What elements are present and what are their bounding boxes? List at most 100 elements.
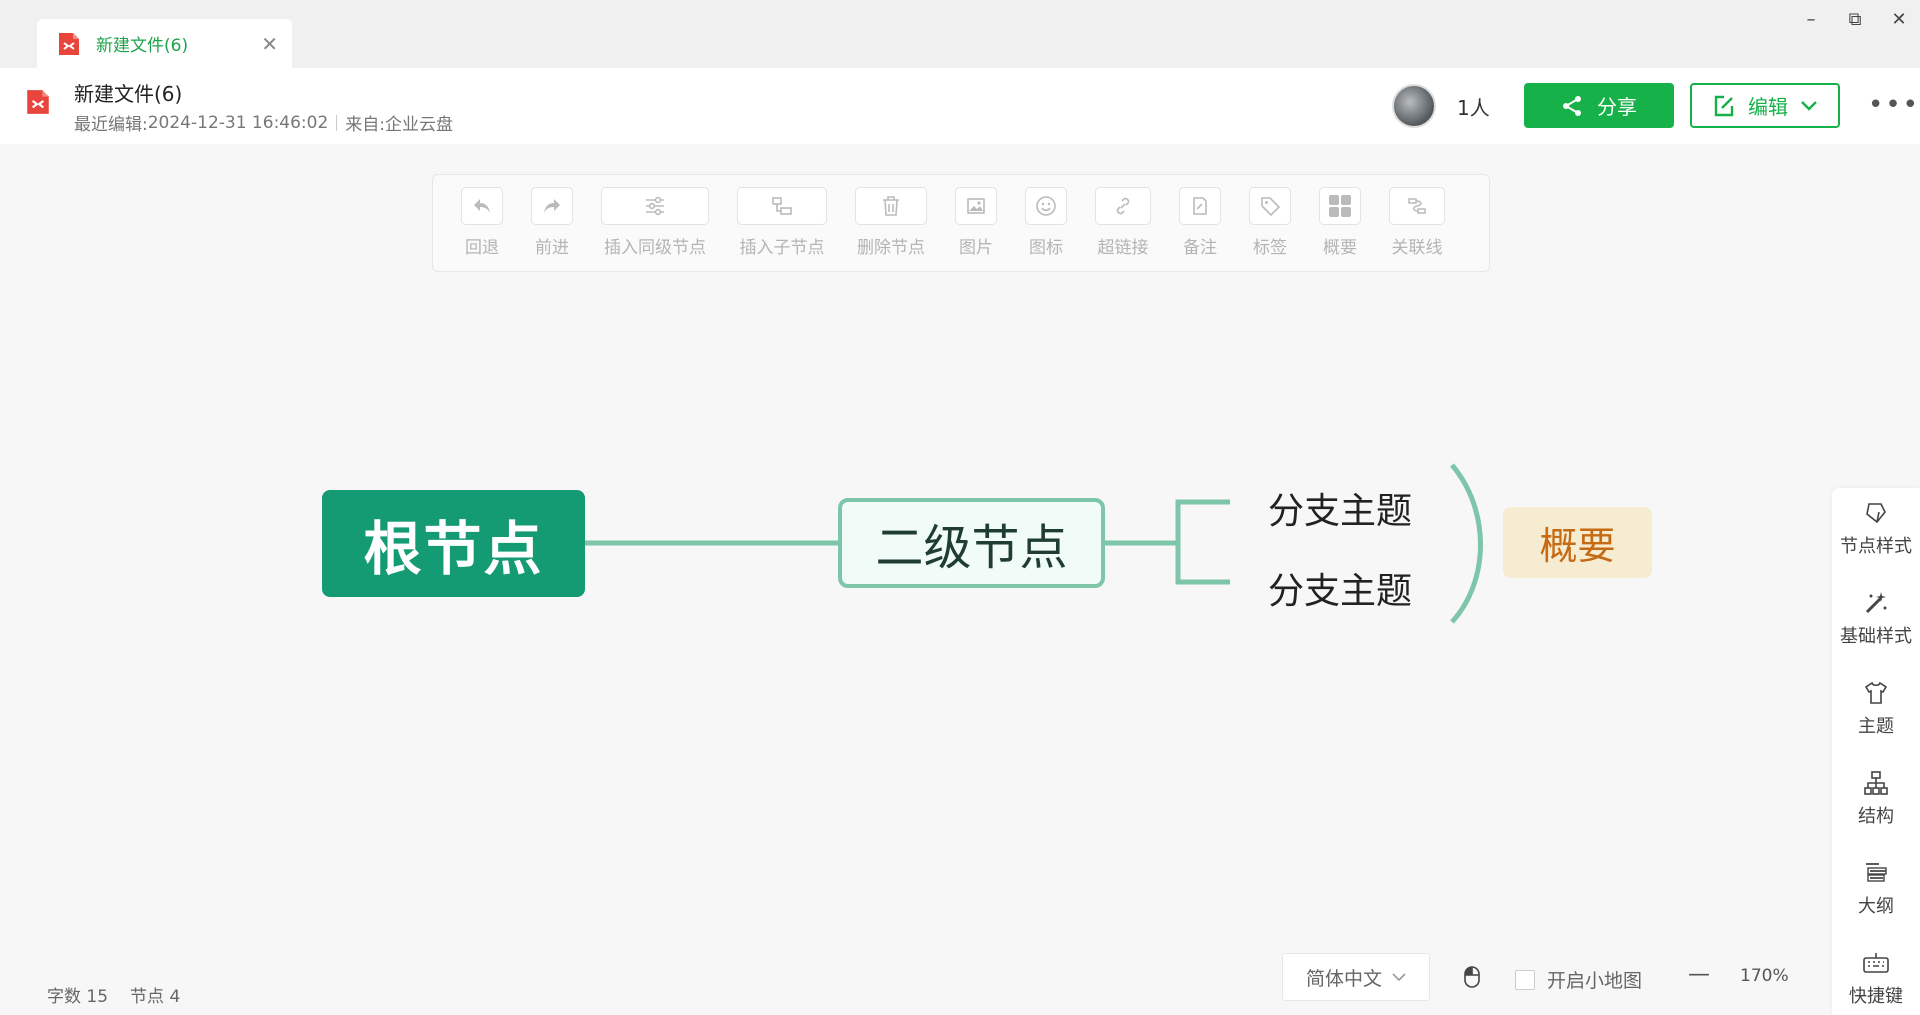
tool-label: 备注 <box>1183 238 1217 258</box>
tool-label: 插入同级节点 <box>604 238 706 258</box>
image-icon <box>955 187 997 225</box>
tool-icon[interactable]: 图标 <box>1025 187 1067 258</box>
tool-hyperlink[interactable]: 超链接 <box>1095 187 1151 258</box>
tool-label: 图片 <box>959 238 993 258</box>
minimap-checkbox[interactable] <box>1515 969 1535 990</box>
magic-wand-icon <box>1865 592 1887 614</box>
minimize-icon[interactable]: – <box>1802 9 1820 30</box>
root-node[interactable]: 根节点 <box>322 490 585 597</box>
share-button[interactable]: 分享 <box>1524 83 1674 128</box>
panel-shortcuts[interactable]: 快捷键 <box>1832 950 1920 1008</box>
tool-label: 超链接 <box>1097 238 1149 258</box>
tool-summary[interactable]: 概要 <box>1319 187 1361 258</box>
keyboard-icon <box>1863 953 1889 973</box>
panel-basic-style[interactable]: 基础样式 <box>1832 590 1920 648</box>
source-label: 来自: <box>345 115 386 135</box>
branch-topic-2[interactable]: 分支主题 <box>1268 562 1412 614</box>
more-menu-button[interactable]: ••• <box>1868 90 1920 120</box>
mouse-mode-icon[interactable] <box>1462 965 1482 989</box>
node-count-label: 节点 <box>130 987 165 1007</box>
zoom-out-button[interactable]: — <box>1688 962 1710 987</box>
panel-label: 快捷键 <box>1849 986 1903 1007</box>
panel-node-style[interactable]: 节点样式 <box>1832 500 1920 558</box>
tool-delete-node[interactable]: 删除节点 <box>855 187 927 258</box>
sibling-node-icon <box>601 187 709 225</box>
document-stats: 字数 15 节点 4 <box>47 982 180 1007</box>
summary-icon <box>1319 187 1361 225</box>
tool-undo[interactable]: 回退 <box>461 187 503 258</box>
document-meta: 最近编辑: 2024-12-31 16:46:02 来自: 企业云盘 <box>74 110 453 136</box>
chevron-down-icon <box>1801 100 1817 111</box>
avatar[interactable] <box>1392 84 1436 128</box>
tool-insert-child[interactable]: 插入子节点 <box>737 187 827 258</box>
editing-toolbar: 回退 前进 插入同级节点 插入子节点 删除节点 图片 图标 超链接 备注 标签 … <box>432 174 1490 272</box>
restore-icon[interactable]: ⧉ <box>1846 9 1864 30</box>
shirt-icon <box>1864 681 1888 704</box>
tool-relation-line[interactable]: 关联线 <box>1389 187 1445 258</box>
last-edit-label: 最近编辑: <box>74 115 148 135</box>
right-side-panel: 节点样式 基础样式 主题 结构 大纲 快捷键 <box>1832 488 1920 1015</box>
tool-note[interactable]: 备注 <box>1179 187 1221 258</box>
tool-label: 回退 <box>465 238 499 258</box>
mindmap-connectors <box>585 463 1483 624</box>
tool-label: 删除节点 <box>857 238 925 258</box>
trash-icon <box>855 187 927 225</box>
node-count-value: 4 <box>169 987 181 1007</box>
tool-tag[interactable]: 标签 <box>1249 187 1291 258</box>
level2-node[interactable]: 二级节点 <box>838 498 1105 588</box>
mindmap-canvas[interactable]: 根节点 二级节点 分支主题 分支主题 概要 <box>0 300 1920 940</box>
edit-label: 编辑 <box>1748 95 1788 119</box>
document-header: 新建文件(6) 最近编辑: 2024-12-31 16:46:02 来自: 企业… <box>0 68 1920 144</box>
language-value: 简体中文 <box>1305 967 1382 990</box>
tool-label: 插入子节点 <box>739 238 825 258</box>
outline-icon <box>1866 863 1887 882</box>
minimap-label: 开启小地图 <box>1547 970 1643 992</box>
window-close-icon[interactable]: ✕ <box>1890 9 1908 30</box>
share-icon <box>1563 95 1581 116</box>
undo-icon <box>461 187 503 225</box>
minimap-toggle[interactable]: 开启小地图 <box>1515 966 1642 993</box>
tool-label: 关联线 <box>1391 238 1443 258</box>
chevron-down-icon <box>1392 973 1406 982</box>
panel-label: 节点样式 <box>1840 536 1912 557</box>
language-select[interactable]: 简体中文 <box>1282 953 1430 1001</box>
word-count: 字数 15 <box>47 982 108 1007</box>
branch-topic-1[interactable]: 分支主题 <box>1268 482 1412 534</box>
tab-strip: 新建文件(6) ✕ – ⧉ ✕ <box>0 0 1920 68</box>
emoji-icon <box>1025 187 1067 225</box>
panel-theme[interactable]: 主题 <box>1832 680 1920 738</box>
summary-node[interactable]: 概要 <box>1503 507 1652 578</box>
tab-title: 新建文件(6) <box>96 36 189 56</box>
xmind-file-icon <box>59 32 79 55</box>
structure-icon <box>1864 771 1888 795</box>
panel-label: 大纲 <box>1858 896 1894 917</box>
node-style-icon <box>1866 503 1886 524</box>
tool-label: 标签 <box>1253 238 1287 258</box>
panel-label: 结构 <box>1858 806 1894 827</box>
window-controls: – ⧉ ✕ <box>1802 9 1908 30</box>
zoom-level: 170% <box>1740 966 1789 986</box>
tool-label: 图标 <box>1029 238 1063 258</box>
edit-button[interactable]: 编辑 <box>1690 83 1840 128</box>
tab-document[interactable]: 新建文件(6) ✕ <box>37 19 292 68</box>
word-count-value: 15 <box>86 987 109 1007</box>
redo-icon <box>531 187 573 225</box>
edit-icon <box>1714 95 1734 116</box>
node-count: 节点 4 <box>130 982 180 1007</box>
collaborator-count: 1人 <box>1457 96 1490 120</box>
document-title: 新建文件(6) <box>74 82 183 106</box>
link-icon <box>1095 187 1151 225</box>
word-count-label: 字数 <box>47 987 81 1007</box>
meta-divider <box>336 114 338 131</box>
panel-structure[interactable]: 结构 <box>1832 770 1920 828</box>
panel-outline[interactable]: 大纲 <box>1832 860 1920 918</box>
relation-line-icon <box>1389 187 1445 225</box>
tag-icon <box>1249 187 1291 225</box>
tool-insert-sibling[interactable]: 插入同级节点 <box>601 187 709 258</box>
tool-image[interactable]: 图片 <box>955 187 997 258</box>
last-edit-time: 2024-12-31 16:46:02 <box>147 112 329 133</box>
tool-redo[interactable]: 前进 <box>531 187 573 258</box>
tab-close-icon[interactable]: ✕ <box>261 32 278 56</box>
tool-label: 前进 <box>535 238 569 258</box>
child-node-icon <box>737 187 827 225</box>
